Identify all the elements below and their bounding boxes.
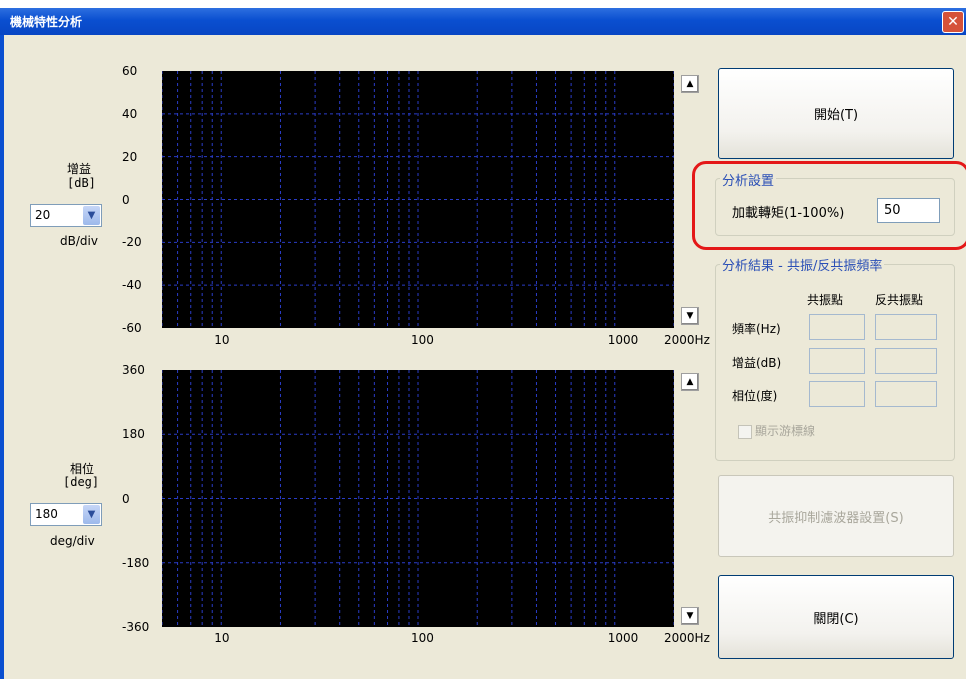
phase-scale-select[interactable]: 180 ▼: [30, 503, 102, 526]
gain-scroll-up-button[interactable]: ▲: [681, 75, 699, 93]
gain-scale-value: 20: [35, 208, 51, 222]
y-tick-label: 40: [122, 106, 138, 121]
x-tick-label: 1000: [607, 333, 639, 347]
phase-scale-unit: deg/div: [50, 534, 95, 548]
analysis-results-title: 分析結果 - 共振/反共振頻率: [720, 255, 885, 274]
arrow-up-icon: ▲: [686, 79, 694, 89]
y-tick-label: 0: [122, 192, 130, 207]
frequency-row-label: 頻率(Hz): [732, 322, 781, 336]
y-tick-label: -60: [122, 321, 142, 335]
dialog-body: 增益 [dB] 20 ▼ dB/div 60 40 20 0 -20 -40 -60 10 1…: [0, 35, 966, 679]
arrow-up-icon: ▲: [686, 377, 694, 387]
start-button[interactable]: 開始(T): [718, 68, 954, 159]
window-title: 機械特性分析: [10, 15, 83, 29]
arrow-down-icon: ▼: [686, 311, 694, 321]
y-tick-label: -40: [122, 278, 142, 293]
y-tick-label: -180: [122, 555, 150, 570]
gain-scale-unit: dB/div: [60, 234, 98, 248]
phase-scroll-down-button[interactable]: ▼: [681, 607, 699, 625]
y-tick-label: 180: [122, 427, 145, 442]
x-tick-label: 1000: [607, 631, 639, 645]
show-cursor-checkbox[interactable]: [738, 425, 752, 439]
close-icon: ✕: [947, 14, 959, 30]
phase-grid: [161, 370, 675, 627]
resonance-column-header: 共振點: [807, 293, 844, 307]
x-tick-label: 10: [214, 333, 230, 347]
y-tick-label: 360: [122, 363, 145, 377]
resonance-gain-field: [809, 348, 865, 374]
y-tick-label: 20: [122, 149, 138, 164]
close-button[interactable]: 關閉(C): [718, 575, 954, 659]
arrow-down-icon: ▼: [686, 611, 694, 621]
analysis-settings-group: 分析設置 加載轉矩(1-100%) 50: [715, 170, 955, 236]
gain-scale-select[interactable]: 20 ▼: [30, 204, 102, 227]
phase-scroll-up-button[interactable]: ▲: [681, 373, 699, 391]
torque-input[interactable]: 50: [877, 198, 940, 223]
resonance-frequency-field: [809, 314, 865, 340]
phase-row-label: 相位(度): [732, 389, 778, 403]
gain-axis-label: 增益: [67, 162, 92, 176]
show-cursor-label: 顯示游標線: [755, 424, 816, 438]
filter-settings-button[interactable]: 共振抑制濾波器設置(S): [718, 475, 954, 557]
gain-plot[interactable]: [161, 71, 675, 328]
phase-axis-unit: [deg]: [63, 475, 100, 489]
resonance-phase-field: [809, 381, 865, 407]
phase-plot[interactable]: [161, 370, 675, 627]
y-tick-label: -20: [122, 235, 142, 250]
title-bar[interactable]: 機械特性分析 ✕: [0, 8, 966, 35]
close-window-button[interactable]: ✕: [942, 11, 964, 33]
chevron-down-icon[interactable]: ▼: [83, 206, 100, 225]
y-tick-label: 0: [122, 491, 130, 506]
analysis-settings-title: 分析設置: [720, 170, 777, 189]
antiresonance-phase-field: [875, 381, 937, 407]
gain-scroll-down-button[interactable]: ▼: [681, 307, 699, 325]
gain-axis-unit: [dB]: [67, 176, 96, 190]
antiresonance-gain-field: [875, 348, 937, 374]
x-tick-label: 2000Hz: [664, 333, 710, 347]
x-tick-label: 2000Hz: [664, 631, 710, 645]
y-tick-label: 60: [122, 64, 138, 78]
torque-value: 50: [884, 203, 901, 218]
phase-scale-value: 180: [35, 507, 58, 521]
x-tick-label: 10: [214, 631, 230, 645]
y-tick-label: -360: [122, 620, 150, 634]
antiresonance-column-header: 反共振點: [875, 293, 924, 307]
x-tick-label: 100: [411, 333, 434, 347]
chevron-down-icon[interactable]: ▼: [83, 505, 100, 524]
gain-grid: [161, 71, 675, 328]
main-window: 機械特性分析 ✕ 增益 [dB] 20 ▼ dB/div 60 40 20 0 -20 -…: [0, 8, 966, 679]
x-tick-label: 100: [411, 631, 434, 645]
analysis-results-group: 分析結果 - 共振/反共振頻率 共振點 反共振點 頻率(Hz) 增益(dB) 相…: [715, 255, 955, 461]
gain-row-label: 增益(dB): [732, 356, 782, 370]
torque-label: 加載轉矩(1-100%): [732, 206, 845, 221]
antiresonance-frequency-field: [875, 314, 937, 340]
